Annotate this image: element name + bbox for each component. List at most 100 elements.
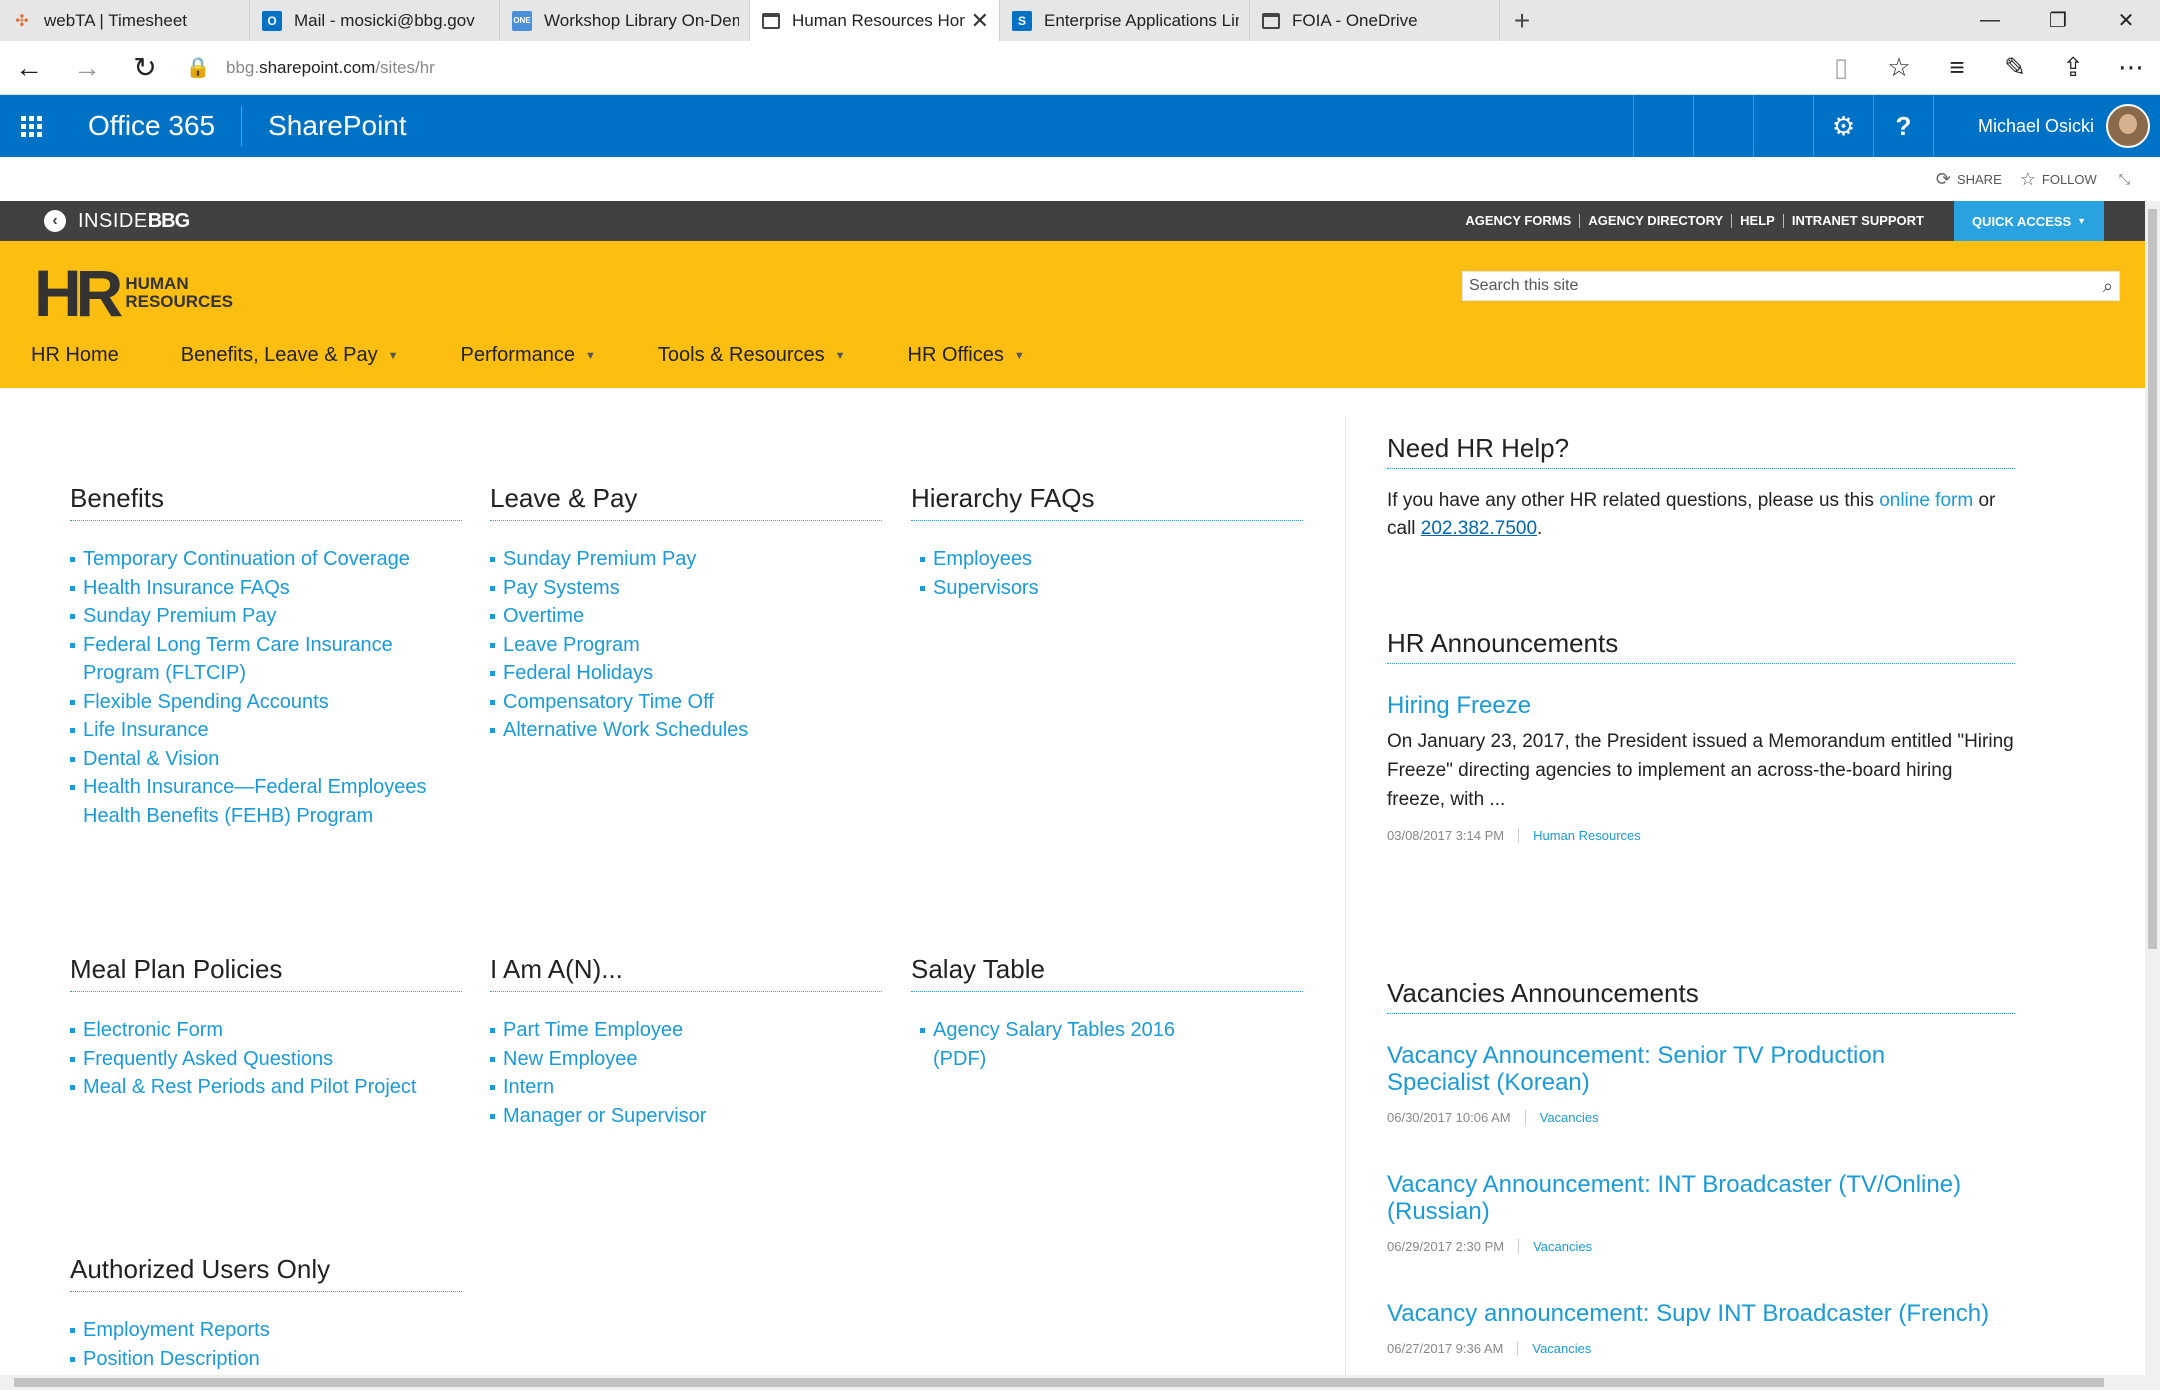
online-form-link[interactable]: online form [1879,490,1973,511]
search-input[interactable] [1469,277,2103,295]
link-item[interactable]: New Employee [490,1045,882,1074]
link-item[interactable]: Federal Long Term Care Insurance Program… [70,631,462,688]
section-title: Leave & Pay [490,483,882,521]
link-item[interactable]: Frequently Asked Questions [70,1045,462,1074]
link-item[interactable]: Position Description [70,1345,462,1374]
news-category-link[interactable]: Vacancies [1518,1239,1592,1254]
inside-bbg-logo[interactable]: INSIDEBBG [78,210,190,233]
link-item[interactable]: Compensatory Time Off [490,688,882,717]
nav-hr-offices[interactable]: HR Offices ▼ [908,344,1025,367]
link-item[interactable]: Sunday Premium Pay [490,545,882,574]
minimize-icon[interactable]: — [1956,0,2024,41]
settings-gear-icon[interactable]: ⚙ [1812,95,1873,157]
focus-mode-icon[interactable]: ⤡ [2119,171,2130,188]
url-field[interactable]: bbg.sharepoint.com/sites/hr [226,58,435,78]
hr-header: HR HUMANRESOURCES ⌕ HR Home Benefits, Le… [0,241,2145,388]
browser-tab[interactable]: ONE Workshop Library On-Dema [500,0,750,41]
browser-tab[interactable]: FOIA - OneDrive [1250,0,1500,41]
link-item[interactable]: Intern [490,1073,882,1102]
refresh-icon[interactable]: ↻ [116,41,174,95]
close-window-icon[interactable]: ✕ [2092,0,2160,41]
horizontal-scrollbar[interactable] [0,1375,2145,1390]
help-link[interactable]: HELP [1732,214,1784,228]
vacancy-title-link[interactable]: Vacancy announcement: Supv INT Broadcast… [1387,1300,2015,1327]
link-item[interactable]: Health Insurance FAQs [70,574,462,603]
news-category-link[interactable]: Vacancies [1524,1110,1599,1125]
nav-benefits-leave-pay[interactable]: Benefits, Leave & Pay ▼ [181,344,399,367]
tab-label: webTA | Timesheet [44,10,187,30]
link-item[interactable]: Leave Program [490,631,882,660]
link-item[interactable]: Meal & Rest Periods and Pilot Project [70,1073,462,1102]
browser-tab[interactable]: S Enterprise Applications Limi [1000,0,1250,41]
reading-view-icon[interactable]: ▯ [1812,52,1870,83]
web-note-icon[interactable]: ✎ [1986,52,2044,83]
browser-tab-active[interactable]: Human Resources Hom ✕ [750,0,1000,41]
link-item[interactable]: Agency Salary Tables 2016 (PDF) [920,1016,1303,1073]
link-item[interactable]: Health Insurance—Federal Employees Healt… [70,773,462,830]
nav-hr-home[interactable]: HR Home [31,344,119,367]
help-text: If you have any other HR related questio… [1387,487,2015,543]
news-date: 03/08/2017 3:14 PM [1387,828,1505,843]
forward-icon[interactable]: → [58,41,116,95]
link-item[interactable]: Manager or Supervisor [490,1102,882,1131]
hr-logo[interactable]: HR HUMAN RESOURCES [34,260,233,326]
link-item[interactable]: Employees [920,545,1303,574]
nav-tools-resources[interactable]: Tools & Resources ▼ [658,344,846,367]
quick-access-button[interactable]: QUICK ACCESS ▼ [1954,201,2104,241]
sharepoint-icon: S [1012,10,1032,31]
section-title: Vacancies Announcements [1387,978,2015,1014]
back-icon[interactable]: ← [0,41,58,95]
news-meta: 06/27/2017 9:36 AM Vacancies [1387,1341,2015,1356]
link-item[interactable]: Federal Holidays [490,659,882,688]
link-item[interactable]: Alternative Work Schedules [490,716,882,745]
browser-tab[interactable]: ✣ webTA | Timesheet [0,0,250,41]
share-icon[interactable]: ⇪ [2044,52,2102,83]
news-title-link[interactable]: Hiring Freeze [1387,692,2015,719]
news-category-link[interactable]: Vacancies [1517,1341,1591,1356]
restore-icon[interactable]: ❐ [2024,0,2092,41]
scrollbar-thumb[interactable] [2148,209,2157,949]
vacancy-title-link[interactable]: Vacancy Announcement: INT Broadcaster (T… [1387,1171,2015,1225]
new-tab-icon[interactable]: + [1500,0,1544,41]
nav-performance[interactable]: Performance ▼ [460,344,595,367]
link-item[interactable]: Employment Reports [70,1316,462,1345]
link-item[interactable]: Electronic Form [70,1016,462,1045]
follow-button[interactable]: ☆ FOLLOW [2020,169,2097,190]
back-arrow-icon[interactable]: ‹ [44,210,66,232]
hierarchy-faqs-section: Hierarchy FAQs Employees Supervisors [911,483,1303,602]
favorite-star-icon[interactable]: ☆ [1870,52,1928,83]
suite-slot [1692,95,1753,157]
close-icon[interactable]: ✕ [971,8,989,34]
link-item[interactable]: Overtime [490,602,882,631]
app-launcher-icon[interactable] [0,95,62,157]
intranet-support-link[interactable]: INTRANET SUPPORT [1784,214,1954,228]
news-category-link[interactable]: Human Resources [1518,828,1641,843]
hub-icon[interactable]: ≡ [1928,52,1986,83]
vertical-scrollbar[interactable] [2145,201,2160,1390]
news-meta: 06/30/2017 10:06 AM Vacancies [1387,1110,2015,1125]
user-menu[interactable]: Michael Osicki [1932,95,2160,157]
link-item[interactable]: Flexible Spending Accounts [70,688,462,717]
link-item[interactable]: Sunday Premium Pay [70,602,462,631]
agency-forms-link[interactable]: AGENCY FORMS [1457,214,1581,228]
browser-tab[interactable]: O Mail - mosicki@bbg.gov [250,0,500,41]
scrollbar-thumb[interactable] [14,1378,2104,1387]
link-item[interactable]: Life Insurance [70,716,462,745]
link-item[interactable]: Supervisors [920,574,1303,603]
link-item[interactable]: Part Time Employee [490,1016,882,1045]
benefits-section: Benefits Temporary Continuation of Cover… [70,483,462,830]
agency-directory-link[interactable]: AGENCY DIRECTORY [1580,214,1733,228]
help-icon[interactable]: ? [1872,95,1933,157]
link-item[interactable]: Temporary Continuation of Coverage [70,545,462,574]
share-button[interactable]: ⟳ SHARE [1936,169,2002,190]
vacancy-title-link[interactable]: Vacancy Announcement: Senior TV Producti… [1387,1042,2015,1096]
link-item[interactable]: Pay Systems [490,574,882,603]
office365-link[interactable]: Office 365 [62,106,243,146]
sharepoint-link[interactable]: SharePoint [242,110,433,142]
more-icon[interactable]: ⋯ [2102,52,2160,83]
caret-down-icon: ▼ [584,349,596,362]
window-controls: — ❐ ✕ [1956,0,2160,41]
search-icon[interactable]: ⌕ [2103,276,2113,297]
phone-link[interactable]: 202.382.7500 [1421,518,1537,539]
link-item[interactable]: Dental & Vision [70,745,462,774]
